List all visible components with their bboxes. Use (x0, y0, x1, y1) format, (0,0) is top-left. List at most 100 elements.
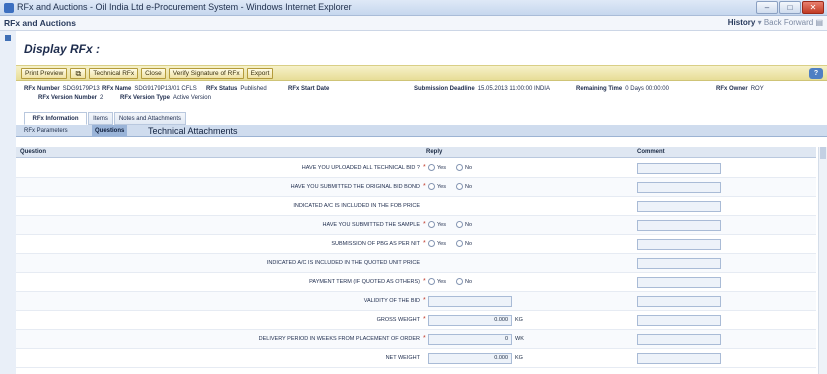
help-icon[interactable]: ? (809, 68, 823, 79)
scrollbar-thumb[interactable] (820, 147, 826, 159)
column-comment: Comment (637, 149, 665, 155)
portal-navigation: History ▾ Back Forward ▤ (727, 18, 823, 27)
tab-rfx-information[interactable]: RFx Information (24, 112, 87, 125)
comment-field[interactable] (637, 201, 721, 212)
rfx-status: RFx Status Published (206, 86, 267, 92)
validity-date-field[interactable] (428, 296, 512, 307)
window-controls: – □ ✕ (756, 1, 824, 14)
required-marker: * (423, 316, 426, 323)
subtab-rfx-parameters[interactable]: RFx Parameters (24, 125, 68, 137)
print-preview-button[interactable]: Print Preview (21, 68, 68, 79)
comment-field[interactable] (637, 277, 721, 288)
required-marker: * (423, 297, 426, 304)
question-text: NET WEIGHT (385, 355, 420, 361)
table-row: VALIDITY OF THE BID * (16, 292, 816, 311)
main-tabs: RFx Information Items Notes and Attachme… (16, 112, 827, 125)
comment-field[interactable] (637, 296, 721, 307)
no-radio[interactable]: No (456, 220, 472, 230)
subtab-technical-attachments[interactable]: Technical Attachments (148, 125, 238, 137)
table-row: INDICATED A/C IS INCLUDED IN THE QUOTED … (16, 254, 816, 273)
unit-label: KG (515, 355, 523, 361)
column-reply: Reply (426, 149, 443, 155)
no-radio[interactable]: No (456, 163, 472, 173)
page-title: Display RFx : (24, 42, 101, 56)
required-marker: * (423, 335, 426, 342)
tab-notes-attachments[interactable]: Notes and Attachments (114, 112, 186, 125)
yes-radio[interactable]: Yes (428, 220, 446, 230)
question-text: DELIVERY PERIOD IN WEEKS FROM PLACEMENT … (258, 336, 420, 342)
net-weight-field[interactable]: 0.000 (428, 353, 512, 364)
unit-label: WK (515, 336, 524, 342)
collapse-handle-icon[interactable] (5, 35, 11, 41)
yes-radio[interactable]: Yes (428, 163, 446, 173)
rfx-header-info: RFx Number SDG9179P13 RFx Name SDG9179P13/… (16, 83, 827, 109)
required-marker: * (423, 164, 426, 171)
table-header: Question Reply Comment (16, 147, 816, 158)
minimize-button[interactable]: – (756, 1, 778, 14)
rfx-name: RFx Name SDG9179P13/01 CFLS (102, 86, 197, 92)
forward-link[interactable]: Forward (784, 18, 813, 27)
table-row: PAYMENT TERM (IF QUOTED AS OTHERS) * Yes… (16, 273, 816, 292)
rfx-version-type: RFx Version Type Active Version (120, 95, 211, 101)
question-text: VALIDITY OF THE BID (363, 298, 420, 304)
ie-icon (4, 3, 14, 13)
maximize-button[interactable]: □ (779, 1, 801, 14)
display-icon-button[interactable]: ⧉ (70, 68, 87, 79)
rfx-start-date: RFx Start Date (288, 86, 330, 92)
question-text: HAVE YOU SUBMITTED THE SAMPLE (322, 222, 421, 228)
comment-field[interactable] (637, 353, 721, 364)
questions-table: Question Reply Comment HAVE YOU UPLOADED… (16, 147, 816, 374)
table-row: HAVE YOU SUBMITTED THE ORIGINAL BID BOND… (16, 178, 816, 197)
comment-field[interactable] (637, 258, 721, 269)
export-button[interactable]: Export (246, 68, 274, 79)
question-text: INDICATED A/C IS INCLUDED IN THE QUOTED … (266, 260, 420, 266)
no-radio[interactable]: No (456, 182, 472, 192)
table-row: GROSS WEIGHT * 0.000 KG (16, 311, 816, 330)
comment-field[interactable] (637, 239, 721, 250)
table-row: SUBMISSION OF PBG AS PER NIT * Yes No (16, 235, 816, 254)
close-button[interactable]: Close (141, 68, 166, 79)
remaining-time: Remaining Time 0 Days 00:00:00 (576, 86, 669, 92)
content-panel: Display RFx : Print Preview ⧉ Technical … (16, 31, 827, 374)
rfx-version-number: RFx Version Number 2 (38, 95, 104, 101)
required-marker: * (423, 278, 426, 285)
browser-tab[interactable]: RFx and Auctions (4, 18, 76, 28)
yes-radio[interactable]: Yes (428, 277, 446, 287)
column-question: Question (20, 149, 47, 155)
comment-field[interactable] (637, 334, 721, 345)
yes-radio[interactable]: Yes (428, 239, 446, 249)
question-text: PAYMENT TERM (IF QUOTED AS OTHERS) (309, 279, 420, 285)
yes-radio[interactable]: Yes (428, 182, 446, 192)
overflow-icon[interactable]: ▤ (815, 18, 823, 27)
comment-field[interactable] (637, 315, 721, 326)
subtab-questions[interactable]: Questions (92, 125, 128, 137)
required-marker: * (423, 183, 426, 190)
comment-field[interactable] (637, 163, 721, 174)
gross-weight-field[interactable]: 0.000 (428, 315, 512, 326)
comment-field[interactable] (637, 220, 721, 231)
table-row: INDICATED A/C IS INCLUDED IN THE FOB PRI… (16, 197, 816, 216)
required-marker: * (423, 221, 426, 228)
close-window-button[interactable]: ✕ (802, 1, 824, 14)
vertical-scrollbar[interactable] (818, 147, 827, 374)
delivery-period-field[interactable]: 0 (428, 334, 512, 345)
rfx-owner: RFx Owner ROY (716, 86, 764, 92)
history-link[interactable]: History (728, 18, 756, 27)
required-marker: * (423, 240, 426, 247)
tab-items[interactable]: Items (88, 112, 113, 125)
window-titlebar: RFx and Auctions - Oil India Ltd e-Procu… (0, 0, 827, 16)
technical-rfx-button[interactable]: Technical RFx (89, 68, 139, 79)
unit-label: KG (515, 317, 523, 323)
submission-deadline: Submission Deadline 15.05.2013 11:00:00 I… (414, 86, 550, 92)
back-link[interactable]: Back (764, 18, 782, 27)
question-text: SUBMISSION OF PBG AS PER NIT (331, 241, 420, 247)
question-text: INDICATED A/C IS INCLUDED IN THE FOB PRI… (293, 203, 420, 209)
no-radio[interactable]: No (456, 277, 472, 287)
table-row: DELIVERY PERIOD IN WEEKS FROM PLACEMENT … (16, 330, 816, 349)
rfx-number: RFx Number SDG9179P13 (24, 86, 100, 92)
no-radio[interactable]: No (456, 239, 472, 249)
comment-field[interactable] (637, 182, 721, 193)
table-row: HAVE YOU SUBMITTED THE SAMPLE * Yes No (16, 216, 816, 235)
verify-signature-button[interactable]: Verify Signature of RFx (168, 68, 244, 79)
sub-tabs: RFx Parameters Questions Technical Attac… (16, 125, 827, 137)
